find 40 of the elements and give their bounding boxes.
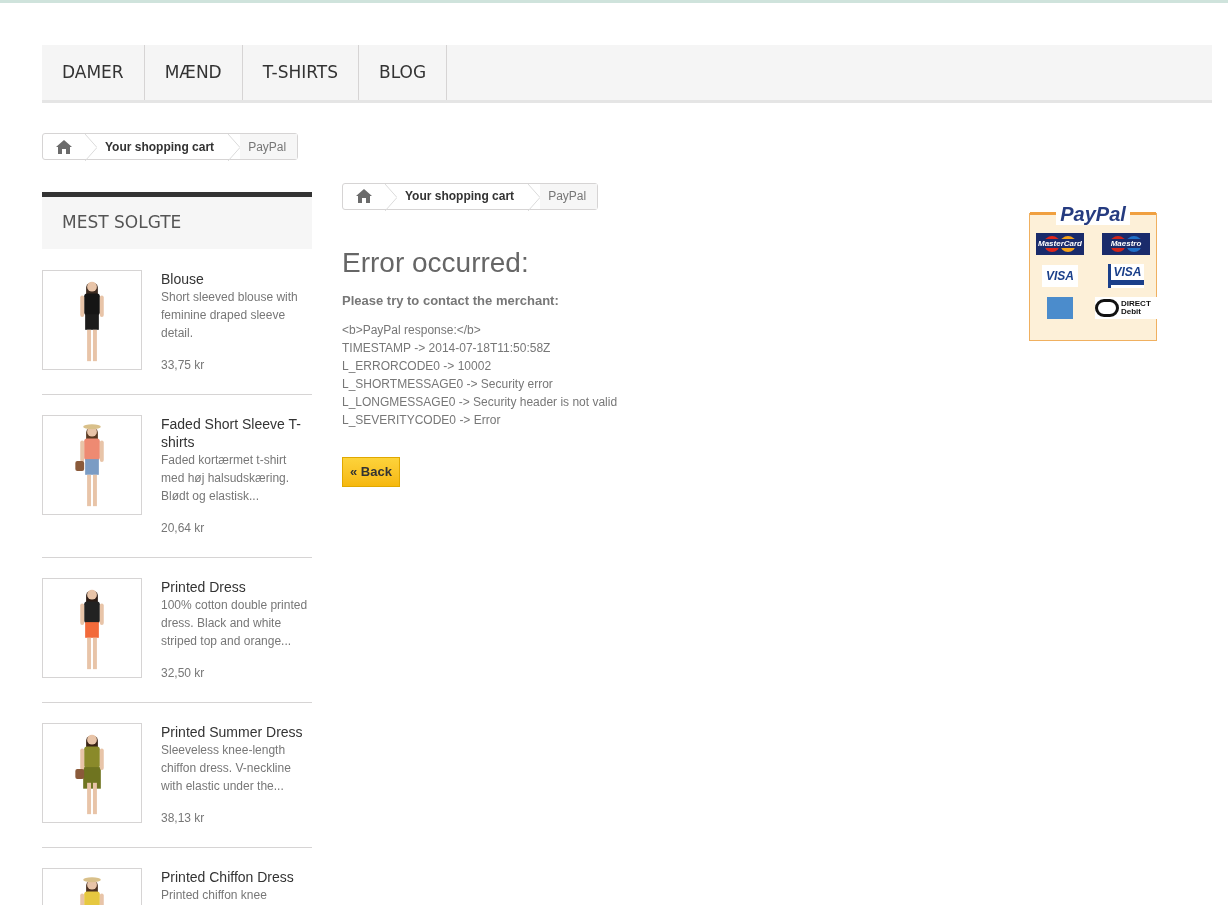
- home-icon[interactable]: [356, 189, 372, 203]
- response-line: L_SEVERITYCODE0 -> Error: [342, 411, 502, 429]
- response-line: L_ERRORCODE0 -> 10002: [342, 357, 493, 375]
- menu-link[interactable]: BLOG: [359, 45, 448, 100]
- response-line: L_LONGMESSAGE0 -> Security header is not valid: [342, 393, 619, 411]
- product-title[interactable]: Printed Dress: [161, 577, 312, 596]
- error-heading: Error occurred:: [342, 247, 530, 279]
- breadcrumb-link[interactable]: Your shopping cart: [397, 183, 529, 209]
- product-description: Faded kortærmet t-shirt med høj halsudskæring. Blødt og elastisk...: [161, 451, 291, 505]
- product-title[interactable]: Blouse: [161, 269, 312, 288]
- card-logo: VISA: [1108, 263, 1144, 288]
- response-line: L_SHORTMESSAGE0 -> Security error: [342, 375, 554, 393]
- product-price: 20,64 kr: [161, 519, 206, 537]
- card-logo: [1047, 296, 1073, 319]
- product-title[interactable]: Faded Short Sleeve T-shirts: [161, 414, 312, 451]
- product-description: Printed chiffon knee: [161, 886, 268, 904]
- product-price: 38,13 kr: [161, 809, 206, 827]
- product-price: 32,50 kr: [161, 664, 206, 682]
- error-subtitle: Please try to contact the merchant:: [342, 292, 560, 310]
- home-icon[interactable]: [56, 139, 72, 154]
- menu-link[interactable]: DAMER: [42, 45, 145, 100]
- card-logo: DIRECT Debit: [1095, 296, 1157, 319]
- response-line: TIMESTAMP -> 2014-07-18T11:50:58Z: [342, 339, 552, 357]
- breadcrumb-link[interactable]: Your shopping cart: [97, 134, 229, 159]
- product-title[interactable]: Printed Chiffon Dress: [161, 867, 294, 886]
- product-description: Short sleeved blouse with feminine draped sleeve detail.: [161, 288, 299, 342]
- product-description: 100% cotton double printed dress. Black and white striped top and orange...: [161, 596, 309, 650]
- product-description: Sleeveless knee-length chiffon dress. V-neckline with elastic under the...: [161, 741, 292, 795]
- menu-link[interactable]: MÆND: [144, 45, 243, 100]
- response-line: <b>PayPal response:</b>: [342, 321, 482, 339]
- card-logo: VISA: [1042, 264, 1078, 287]
- menu-link[interactable]: T-SHIRTS: [242, 45, 359, 100]
- sidebar-heading: MEST SOLGTE: [42, 191, 312, 249]
- breadcrumb-current: PayPal: [240, 134, 298, 159]
- back-button[interactable]: « Back: [342, 456, 400, 487]
- product-price: 33,75 kr: [161, 356, 206, 374]
- product-title[interactable]: Printed Summer Dress: [161, 722, 312, 741]
- breadcrumb-current: PayPal: [540, 183, 598, 209]
- card-logo: Maestro: [1102, 232, 1150, 255]
- card-logo: MasterCard: [1036, 232, 1084, 255]
